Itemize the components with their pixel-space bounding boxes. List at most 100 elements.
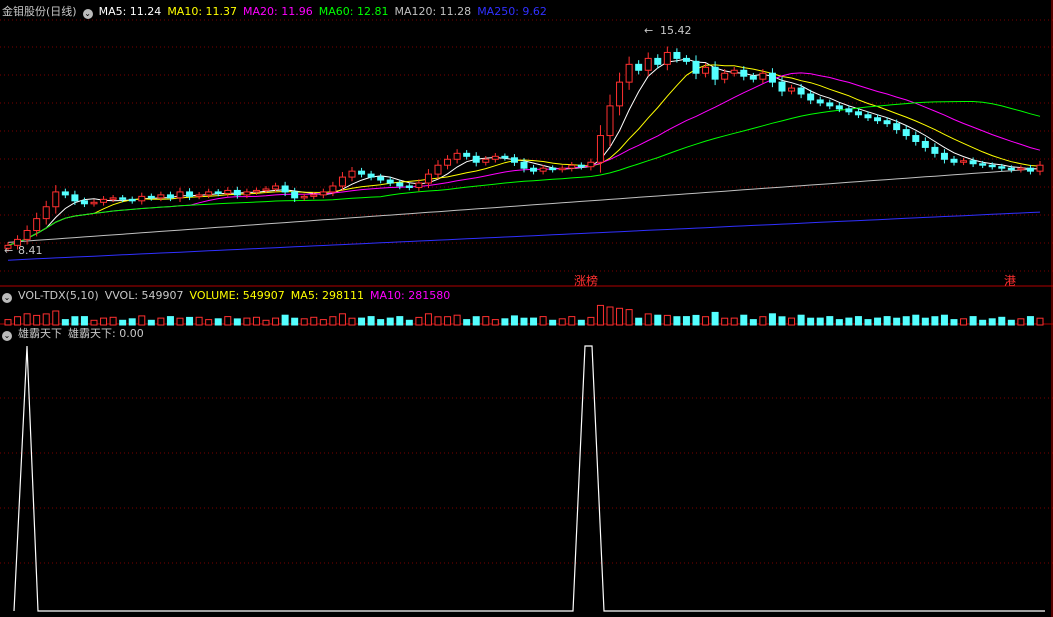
volume-bar	[358, 317, 366, 326]
candle-body	[558, 167, 566, 171]
candle-body	[52, 191, 60, 208]
volume-bar	[424, 313, 432, 326]
candle-body	[520, 161, 528, 169]
candlesticks[interactable]	[4, 46, 1044, 252]
ma5-label: MA5: 11.24	[98, 5, 162, 18]
volume-bar	[721, 317, 729, 326]
candle-body	[233, 189, 241, 196]
candle-body	[816, 99, 824, 104]
candle-body	[979, 163, 987, 166]
candle-body	[71, 194, 79, 202]
indicator-line	[13, 345, 1045, 612]
volume-bar	[568, 316, 576, 326]
grid-lines	[0, 0, 1053, 617]
candle-body	[835, 105, 843, 110]
ma5-line	[7, 58, 1041, 246]
candle-body	[396, 182, 404, 187]
volume-bar	[42, 313, 50, 326]
candle-body	[730, 69, 738, 74]
candle-body	[1017, 167, 1025, 171]
candle-body	[147, 195, 155, 199]
volume-bar	[854, 316, 862, 326]
volume-bar	[835, 319, 843, 326]
volume-bar	[482, 316, 490, 326]
candle-body	[692, 60, 700, 74]
candle-body	[310, 194, 318, 197]
candle-body	[195, 194, 203, 197]
volume-bar	[80, 316, 88, 326]
candle-body	[740, 69, 748, 77]
volume-bar	[768, 313, 776, 326]
candle-body	[768, 72, 776, 83]
candle-body	[759, 72, 767, 80]
candle-body	[950, 158, 958, 163]
candle-body	[61, 191, 69, 196]
indicator-title: 雄霸天下	[18, 327, 62, 340]
candle-body	[491, 155, 499, 160]
volume-bar	[300, 318, 308, 326]
volume-bar	[453, 314, 461, 326]
volume-bar	[644, 313, 652, 326]
volume-bar	[530, 317, 538, 326]
chart-stage[interactable]: 15.42 8.41 ← ← 涨榜 港	[0, 0, 1053, 617]
volume-bar	[893, 317, 901, 326]
volume-bar	[415, 316, 423, 326]
ma250-label: MA250: 9.62	[477, 5, 547, 18]
volume-bar	[501, 318, 509, 326]
price-labels: 15.42 8.41 ← ← 涨榜 港	[4, 24, 1016, 288]
candle-body	[100, 198, 108, 203]
volume-bars[interactable]	[4, 304, 1044, 326]
candle-body	[42, 206, 50, 220]
volume-bar	[616, 307, 624, 326]
candle-body	[644, 57, 652, 71]
candle-body	[1026, 167, 1034, 172]
volume-bar	[491, 319, 499, 326]
volume-bar	[807, 317, 815, 326]
candle-body	[663, 51, 671, 65]
candle-body	[501, 155, 509, 159]
candle-body	[682, 57, 690, 62]
candle-body	[367, 173, 375, 178]
candle-body	[807, 93, 815, 101]
candle-body	[530, 167, 538, 172]
zhangting-marker[interactable]: 涨榜	[574, 273, 598, 288]
volume-bar	[100, 317, 108, 326]
chevron-down-icon[interactable]: ⌄	[2, 331, 12, 341]
volume-bar	[71, 316, 79, 326]
volume-bar	[902, 316, 910, 326]
volume-bar	[788, 317, 796, 326]
volume-bar	[797, 314, 805, 326]
candle-body	[166, 194, 174, 199]
candle-body	[109, 197, 117, 200]
volume-bar	[912, 314, 920, 326]
volume-bar	[90, 319, 98, 326]
chevron-down-icon[interactable]: ⌄	[82, 9, 93, 19]
candle-body	[319, 191, 327, 196]
candle-body	[577, 164, 585, 168]
ma20-label: MA20: 11.96	[243, 5, 313, 18]
volume-bar	[4, 319, 12, 326]
volume-bar	[463, 319, 471, 326]
volume-bar	[224, 316, 232, 326]
candle-body	[33, 218, 41, 231]
gang-marker[interactable]: 港	[1004, 274, 1016, 288]
volume-bar	[1026, 316, 1034, 326]
volume-bar	[405, 319, 413, 326]
volume-bar	[52, 310, 60, 326]
volume-bar	[998, 316, 1006, 326]
candle-body	[969, 160, 977, 165]
volume-bar	[138, 315, 146, 326]
volume-bar	[520, 317, 528, 326]
volume-bar	[778, 316, 786, 326]
volume-bar	[587, 316, 595, 326]
volume-bar	[635, 317, 643, 326]
chevron-down-icon[interactable]: ⌄	[2, 293, 12, 303]
vol-ma5-label: MA5: 298111	[290, 289, 365, 302]
ma250-line	[7, 211, 1041, 261]
volume-bar	[1036, 317, 1044, 326]
volume-bar	[195, 316, 203, 326]
volume-bar	[606, 306, 614, 326]
volume-bar	[549, 319, 557, 326]
candle-body	[128, 198, 136, 202]
vvol-label: VVOL: 549907	[104, 289, 184, 302]
